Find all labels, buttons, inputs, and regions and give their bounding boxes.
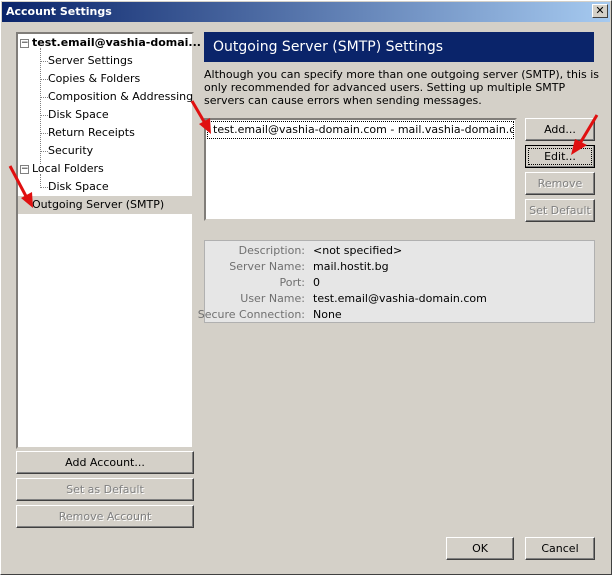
- description-value: <not specified>: [313, 244, 403, 257]
- add-account-label: Add Account...: [65, 456, 145, 469]
- remove-account-label: Remove Account: [58, 510, 152, 523]
- tree-connector: [40, 115, 48, 116]
- server-name-label: Server Name:: [229, 260, 305, 273]
- remove-account-button[interactable]: Remove Account: [16, 505, 194, 528]
- tree-item-account-test-email[interactable]: test.email@vashia-domai...: [32, 34, 201, 52]
- tree-connector: [40, 79, 48, 80]
- tree-item-return-receipts[interactable]: Return Receipts: [48, 124, 135, 142]
- close-icon: ✕: [595, 4, 605, 17]
- account-tree[interactable]: − test.email@vashia-domai... Server Sett…: [8, 32, 201, 449]
- window-title: Account Settings: [6, 5, 112, 18]
- secure-connection-value: None: [313, 308, 342, 321]
- red-arrow-icon: [571, 114, 599, 155]
- page-title: Outgoing Server (SMTP) Settings: [204, 32, 594, 62]
- set-as-default-label: Set as Default: [66, 483, 144, 496]
- collapse-toggle-icon[interactable]: −: [20, 39, 29, 48]
- tree-item-server-settings[interactable]: Server Settings: [48, 52, 133, 70]
- user-name-value: test.email@vashia-domain.com: [313, 292, 487, 305]
- add-account-button[interactable]: Add Account...: [16, 451, 194, 474]
- title-bar[interactable]: Account Settings ✕: [2, 2, 610, 22]
- smtp-description: Although you can specify more than one o…: [204, 68, 600, 107]
- smtp-server-list[interactable]: test.email@vashia-domain.com - mail.vash…: [204, 118, 517, 221]
- red-arrow-icon: [190, 100, 211, 134]
- server-details-panel: Description: <not specified> Server Name…: [198, 240, 595, 323]
- user-name-label: User Name:: [240, 292, 305, 305]
- tree-connector: [40, 48, 41, 164]
- server-name-value: mail.hostit.bg: [313, 260, 389, 273]
- tree-connector: [40, 61, 48, 62]
- tree-connector: [40, 133, 48, 134]
- smtp-server-entry[interactable]: test.email@vashia-domain.com - mail.vash…: [207, 121, 514, 139]
- tree-connector: [40, 97, 48, 98]
- ok-button[interactable]: OK: [446, 537, 514, 560]
- tree-item-composition-addressing[interactable]: Composition & Addressing: [48, 88, 193, 106]
- page-title-text: Outgoing Server (SMTP) Settings: [213, 39, 444, 55]
- tree-item-outgoing-server[interactable]: Outgoing Server (SMTP): [32, 196, 164, 214]
- ok-label: OK: [472, 542, 488, 555]
- tree-item-disk-space[interactable]: Disk Space: [48, 106, 109, 124]
- secure-connection-label: Secure Connection:: [197, 308, 305, 321]
- tree-item-security[interactable]: Security: [48, 142, 93, 160]
- tree-item-copies-folders[interactable]: Copies & Folders: [48, 70, 140, 88]
- set-as-default-button[interactable]: Set as Default: [16, 478, 194, 501]
- cancel-label: Cancel: [541, 542, 579, 555]
- cancel-button[interactable]: Cancel: [525, 537, 595, 560]
- close-button[interactable]: ✕: [592, 4, 608, 18]
- remove-server-button[interactable]: Remove: [525, 172, 595, 195]
- set-default-server-label: Set Default: [529, 204, 591, 217]
- port-label: Port:: [279, 276, 305, 289]
- description-label: Description:: [238, 244, 305, 257]
- port-value: 0: [313, 276, 320, 289]
- tree-item-local-folders[interactable]: Local Folders: [32, 160, 104, 178]
- red-arrow-icon: [8, 165, 33, 208]
- account-settings-window: Account Settings ✕ − test.email@vashia-d…: [0, 0, 612, 575]
- tree-item-local-disk-space[interactable]: Disk Space: [48, 178, 109, 196]
- set-default-server-button[interactable]: Set Default: [525, 199, 595, 222]
- remove-server-label: Remove: [537, 177, 583, 190]
- tree-connector: [40, 151, 48, 152]
